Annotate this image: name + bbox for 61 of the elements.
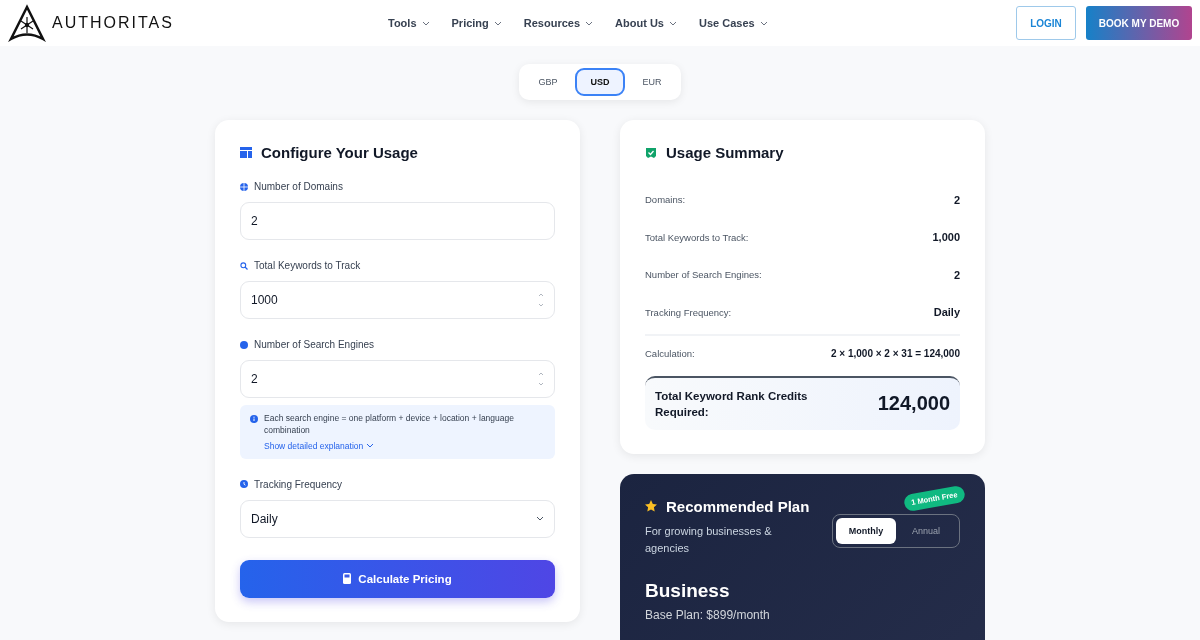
calculator-icon: [343, 573, 352, 585]
input-field[interactable]: 1000: [240, 281, 555, 319]
currency-option[interactable]: GBP: [523, 68, 573, 96]
field-label: Number of Domains: [254, 181, 343, 192]
frequency-select[interactable]: Daily: [240, 499, 555, 538]
calculation-value: 2 × 1,000 × 2 × 31 = 124,000: [831, 348, 960, 360]
logo-text: AUTHORITAS: [52, 14, 174, 32]
total-value: 124,000: [877, 392, 950, 416]
nav-link[interactable]: About Us: [615, 17, 677, 29]
summary-value: Daily: [933, 306, 960, 319]
summary-value: 2: [953, 268, 960, 281]
chevron-down-icon: [668, 20, 677, 26]
input-field[interactable]: 2: [240, 202, 555, 240]
currency-option[interactable]: EUR: [627, 68, 677, 96]
billing-option[interactable]: Monthly: [836, 517, 896, 544]
summary-label: Domains:: [645, 194, 686, 206]
star-icon: [645, 500, 657, 513]
chevron-down-icon: [366, 443, 375, 449]
field-label: Tracking Frequency: [254, 478, 342, 490]
calculate-button[interactable]: Calculate Pricing: [240, 559, 555, 598]
book-demo-button[interactable]: BOOK MY DEMO: [1086, 6, 1192, 40]
currency-option[interactable]: USD: [575, 68, 625, 96]
card-title: Recommended Plan: [666, 497, 810, 515]
summary-label: Calculation:: [645, 348, 695, 360]
nav-link[interactable]: Resources: [523, 17, 594, 29]
chevron-down-icon: [585, 20, 594, 26]
logo-icon: [8, 4, 46, 42]
chevron-down-icon: [421, 20, 430, 26]
spinner-arrows-icon[interactable]: [538, 293, 544, 307]
field-label: Number of Search Engines: [254, 339, 375, 350]
dot-icon: [240, 340, 248, 349]
chevron-down-icon: [536, 516, 544, 522]
layout-icon: [240, 147, 252, 158]
chevron-down-icon: [759, 20, 768, 26]
card-title: Configure Your Usage: [261, 144, 418, 161]
base-price: Base Plan: $899/month: [645, 607, 771, 622]
total-label: Total Keyword Rank Credits Required:: [655, 388, 809, 420]
summary-value: 2: [953, 193, 960, 206]
nav-link[interactable]: Use Cases: [698, 17, 768, 29]
field-label: Total Keywords to Track: [254, 260, 361, 271]
summary-label: Tracking Frequency:: [645, 306, 732, 318]
clock-icon: [240, 480, 248, 489]
input-field[interactable]: 2: [240, 360, 555, 398]
login-button[interactable]: LOGIN: [1016, 6, 1076, 40]
summary-label: Number of Search Engines:: [645, 269, 762, 281]
summary-value: 1,000: [932, 231, 960, 244]
spinner-arrows-icon[interactable]: [538, 372, 544, 386]
plan-name: Business: [645, 579, 731, 602]
globe-icon: [240, 182, 248, 191]
card-title: Usage Summary: [666, 144, 784, 161]
billing-option[interactable]: Annual: [896, 517, 956, 544]
shield-check-icon: [645, 146, 657, 159]
explanation-link[interactable]: Show detailed explanation: [264, 440, 545, 451]
info-text: Each search engine = one platform + device + location + language combination: [264, 413, 515, 437]
plan-subtitle: For growing businesses & agencies: [645, 523, 773, 557]
nav-link[interactable]: Pricing: [451, 17, 502, 29]
search-icon: [240, 261, 248, 270]
summary-label: Total Keywords to Track:: [645, 231, 749, 243]
chevron-down-icon: [493, 20, 502, 26]
info-icon: [250, 415, 258, 423]
nav-link[interactable]: Tools: [388, 17, 430, 29]
